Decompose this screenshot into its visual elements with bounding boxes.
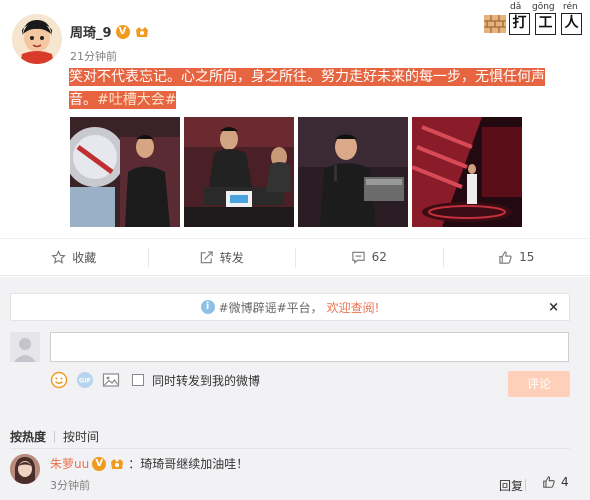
image-icon[interactable] [102, 371, 120, 389]
member-badge-icon [135, 26, 148, 37]
like-count: 15 [519, 250, 535, 264]
topic-link[interactable]: #吐槽大会# [97, 92, 176, 108]
post-photo-1[interactable] [70, 117, 180, 227]
brand-char-1: 打 [509, 13, 530, 35]
weibo-post: 周琦_9 V 21分钟前 dǎ gōng rén 打 工 人 笑对不代表忘记。心… [0, 0, 590, 238]
author-avatar[interactable] [12, 14, 62, 64]
comment-item: 朱萝uu V ：琦琦哥继续加油哇！ [50, 455, 248, 472]
brand-char-2: 工 [535, 13, 556, 35]
post-photo-3[interactable] [298, 117, 408, 227]
thumbs-up-icon [543, 476, 555, 488]
sort-by-time[interactable]: 按时间 [63, 428, 99, 445]
comment-section: i #微博辟谣#平台， 欢迎查阅! × GIF 同时转发到我的微博 评论 按热度… [0, 277, 590, 500]
favorite-label: 收藏 [72, 250, 97, 265]
author-name-row: 周琦_9 V [70, 22, 150, 41]
thumbs-up-icon [499, 250, 512, 264]
repost-option-label: 同时转发到我的微博 [152, 373, 261, 388]
submit-comment-button[interactable]: 评论 [508, 371, 570, 397]
rumor-notice-banner: i #微博辟谣#平台， 欢迎查阅! × [10, 293, 570, 321]
brick-wall-icon [484, 15, 506, 33]
comment-text: ：琦琦哥继续加油哇！ [128, 457, 249, 471]
brand-pinyin-1: dǎ [510, 2, 522, 12]
post-photo-4[interactable] [412, 117, 522, 227]
sort-divider [54, 430, 56, 443]
comment-timestamp: 3分钟前 [50, 479, 90, 492]
commenter-avatar[interactable] [10, 454, 40, 484]
gif-icon[interactable]: GIF [76, 371, 94, 389]
brand-pinyin-3: rén [563, 2, 578, 12]
info-icon: i [200, 300, 215, 314]
repost-button[interactable]: 转发 [147, 239, 296, 275]
my-avatar[interactable] [10, 332, 40, 362]
comment-icon [351, 251, 365, 264]
comment-sort: 按热度 按时间 [10, 428, 99, 445]
post-text: 笑对不代表忘记。心之所向，身之所往。努力走好未来的每一步，无惧任何声音。#吐槽大… [69, 66, 553, 112]
share-icon [200, 250, 213, 263]
verified-v-icon: V [92, 456, 107, 471]
comment-like-count: 4 [561, 475, 569, 489]
emoji-icon[interactable] [50, 371, 68, 389]
comment-like-button[interactable]: 4 [542, 475, 569, 489]
repost-checkbox[interactable] [132, 374, 144, 386]
default-avatar-icon [10, 332, 40, 362]
photo-grid [70, 117, 522, 227]
verified-v-icon: V [115, 24, 130, 39]
author-name[interactable]: 周琦_9 [70, 22, 112, 41]
close-icon[interactable]: × [548, 300, 559, 315]
comment-count: 62 [371, 250, 387, 264]
post-photo-2[interactable] [184, 117, 294, 227]
repost-label: 转发 [219, 250, 244, 265]
sort-by-hot[interactable]: 按热度 [10, 428, 46, 445]
notice-text: #微博辟谣#平台， [218, 300, 323, 315]
gif-label: GIF [79, 377, 91, 385]
star-icon [51, 249, 67, 264]
watermark-logo: dǎ gōng rén 打 工 人 [484, 2, 588, 38]
composer-tools: GIF 同时转发到我的微博 [50, 371, 260, 389]
member-badge-icon [111, 458, 124, 469]
divider [10, 448, 570, 449]
favorite-button[interactable]: 收藏 [0, 239, 148, 275]
comment-input[interactable] [50, 332, 569, 362]
commenter-name[interactable]: 朱萝uu [50, 455, 89, 472]
reply-button[interactable]: 回复 [499, 477, 523, 494]
comment-action-divider [525, 479, 526, 491]
post-timestamp[interactable]: 21分钟前 [70, 48, 117, 64]
brand-pinyin-2: gōng [532, 2, 555, 12]
brand-char-3: 人 [561, 13, 582, 35]
comment-button[interactable]: 62 [295, 239, 443, 275]
post-action-bar: 收藏 转发 62 15 [0, 238, 590, 276]
like-button[interactable]: 15 [442, 239, 590, 275]
notice-link[interactable]: 欢迎查阅! [327, 299, 380, 316]
